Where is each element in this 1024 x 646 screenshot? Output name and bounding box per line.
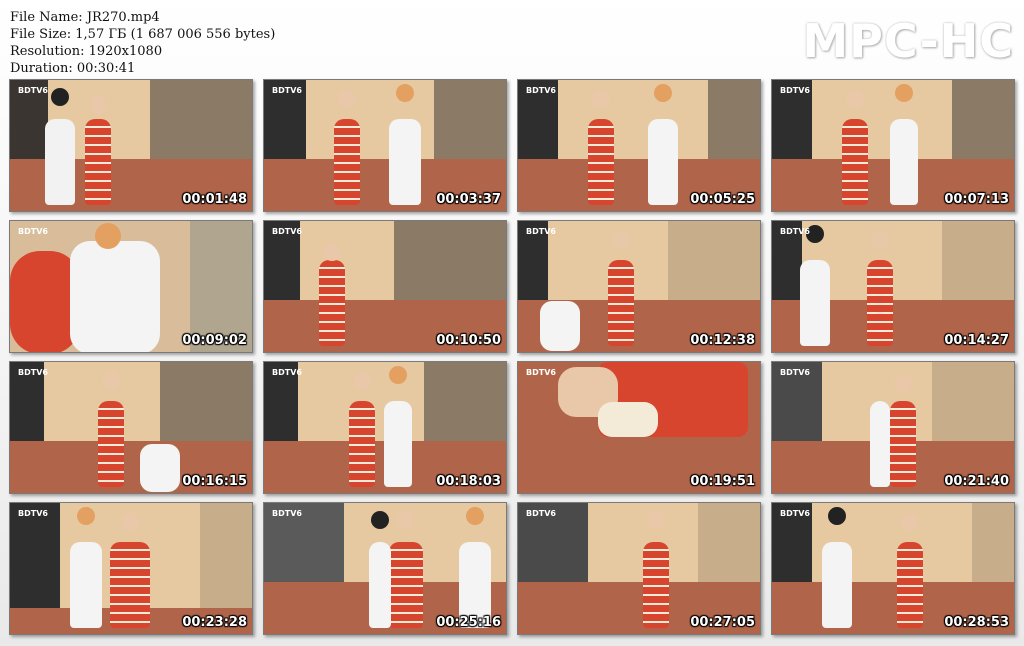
channel-watermark: BDTV6 — [780, 86, 810, 95]
file-name: File Name: JR270.mp4 — [10, 10, 160, 25]
channel-watermark: BDTV6 — [780, 509, 810, 518]
thumbnail[interactable]: BDTV6 00:18:03 — [263, 361, 507, 494]
timestamp: 00:05:25 — [690, 192, 755, 207]
channel-watermark: BDTV6 — [780, 368, 810, 377]
timestamp: 00:07:13 — [944, 192, 1009, 207]
channel-watermark: BDTV6 — [272, 368, 302, 377]
mpc-hc-logo: MPC-HC — [802, 14, 1014, 68]
thumbnail[interactable]: BDTV6 00:05:25 — [517, 79, 761, 212]
resolution: Resolution: 1920x1080 — [10, 44, 163, 59]
timestamp: 00:23:28 — [182, 615, 247, 630]
thumbnail[interactable]: BDTV6 00:12:38 — [517, 220, 761, 353]
channel-watermark: BDTV6 — [18, 86, 48, 95]
thumbnail[interactable]: BDTV6 00:10:50 — [263, 220, 507, 353]
timestamp: 00:14:27 — [944, 333, 1009, 348]
file-size: File Size: 1,57 ГБ (1 687 006 556 bytes) — [10, 27, 276, 42]
timestamp: 00:16:15 — [182, 474, 247, 489]
thumbnail[interactable]: BDTV6 00:21:40 — [771, 361, 1015, 494]
channel-watermark: BDTV6 — [18, 509, 48, 518]
thumbnail[interactable]: BDTV6 00:07:13 — [771, 79, 1015, 212]
thumbnail-grid: BDTV6 00:01:48 BDTV6 00:03:37 BDTV6 00:0… — [9, 79, 1015, 635]
timestamp: 00:12:38 — [690, 333, 755, 348]
timestamp: 00:01:48 — [182, 192, 247, 207]
channel-watermark: BDTV6 — [18, 368, 48, 377]
timestamp: 00:19:51 — [690, 474, 755, 489]
thumbnail[interactable]: BDTV6 00:01:48 — [9, 79, 253, 212]
duration: Duration: 00:30:41 — [10, 61, 136, 76]
file-info: File Name: JR270.mp4 File Size: 1,57 ГБ … — [10, 9, 275, 77]
thumbnail[interactable]: BDTV6 00:09:02 — [9, 220, 253, 353]
channel-watermark: BDTV6 — [272, 509, 302, 518]
thumbnail[interactable]: BDTV6 00:14:27 — [771, 220, 1015, 353]
timestamp: 00:10:50 — [436, 333, 501, 348]
channel-watermark: BDTV6 — [526, 368, 556, 377]
timestamp: 00:25:16 — [436, 615, 501, 630]
channel-watermark: BDTV6 — [780, 227, 810, 236]
channel-watermark: BDTV6 — [526, 227, 556, 236]
thumbnail[interactable]: BDTV6 00:27:05 — [517, 502, 761, 635]
channel-watermark: BDTV6 — [272, 86, 302, 95]
channel-watermark: BDTV6 — [18, 227, 48, 236]
timestamp: 00:03:37 — [436, 192, 501, 207]
channel-watermark: BDTV6 — [272, 227, 302, 236]
channel-watermark: BDTV6 — [526, 509, 556, 518]
thumbnail[interactable]: BDTV6 00:25:16 — [263, 502, 507, 635]
timestamp: 00:09:02 — [182, 333, 247, 348]
thumbnail[interactable]: BDTV6 00:23:28 — [9, 502, 253, 635]
thumbnail[interactable]: BDTV6 00:28:53 — [771, 502, 1015, 635]
timestamp: 00:21:40 — [944, 474, 1009, 489]
thumbnail[interactable]: BDTV6 00:16:15 — [9, 361, 253, 494]
thumbnail[interactable]: BDTV6 00:03:37 — [263, 79, 507, 212]
thumbnail[interactable]: BDTV6 00:19:51 — [517, 361, 761, 494]
channel-watermark: BDTV6 — [526, 86, 556, 95]
timestamp: 00:27:05 — [690, 615, 755, 630]
timestamp: 00:28:53 — [944, 615, 1009, 630]
timestamp: 00:18:03 — [436, 474, 501, 489]
